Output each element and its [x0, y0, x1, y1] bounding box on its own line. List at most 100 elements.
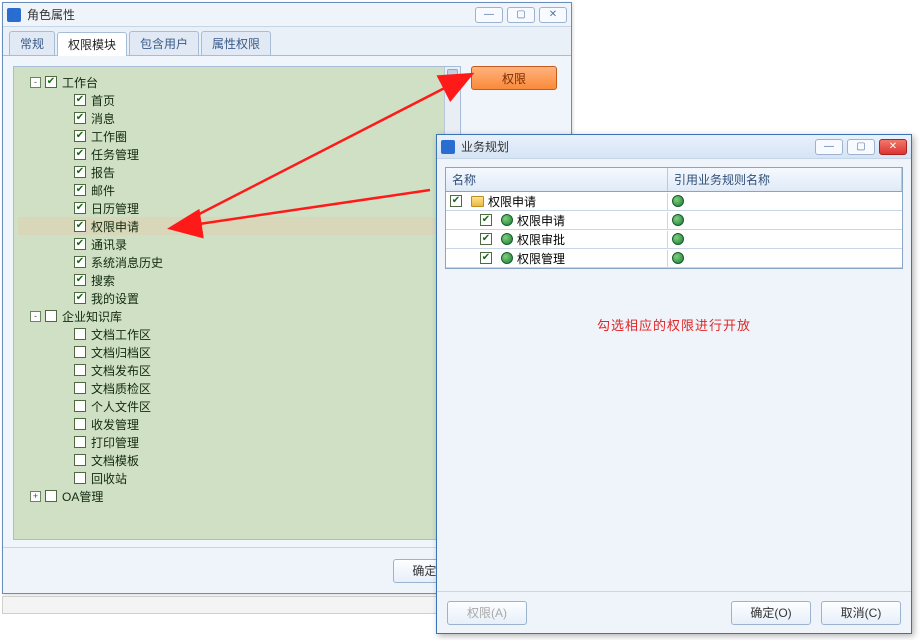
tab-0[interactable]: 常规 [9, 31, 55, 55]
tree-checkbox[interactable] [74, 148, 86, 160]
globe-icon [501, 252, 513, 264]
tree-label: 搜索 [91, 272, 115, 289]
tree-node[interactable]: 首页 [18, 91, 456, 109]
tree-toggle[interactable]: - [30, 311, 41, 322]
tree-node[interactable]: 打印管理 [18, 433, 456, 451]
tree-checkbox[interactable] [74, 184, 86, 196]
row-checkbox[interactable] [480, 252, 492, 264]
tree-node[interactable]: 邮件 [18, 181, 456, 199]
globe-icon [501, 214, 513, 226]
child-window-title: 业务规划 [461, 138, 815, 155]
tree-checkbox[interactable] [74, 220, 86, 232]
tree-checkbox[interactable] [74, 418, 86, 430]
tree-node[interactable]: 文档模板 [18, 451, 456, 469]
tree-label: 日历管理 [91, 200, 139, 217]
close-button[interactable]: ✕ [539, 7, 567, 23]
close-button[interactable]: ✕ [879, 139, 907, 155]
maximize-button[interactable]: ▢ [847, 139, 875, 155]
tree-node[interactable]: -工作台 [18, 73, 456, 91]
tree-checkbox[interactable] [45, 76, 57, 88]
tree-toggle[interactable]: - [30, 77, 41, 88]
tree-checkbox[interactable] [74, 328, 86, 340]
tree-label: 通讯录 [91, 236, 127, 253]
minimize-button[interactable]: — [475, 7, 503, 23]
column-name[interactable]: 名称 [446, 168, 668, 191]
tree-label: 我的设置 [91, 290, 139, 307]
grid-row[interactable]: 权限申请 [446, 211, 902, 230]
tree-checkbox[interactable] [74, 400, 86, 412]
tree-checkbox[interactable] [74, 112, 86, 124]
tree-toggle[interactable]: + [30, 491, 41, 502]
tab-1[interactable]: 权限模块 [57, 32, 127, 56]
tree-label: 工作圈 [91, 128, 127, 145]
row-checkbox[interactable] [450, 195, 462, 207]
tab-2[interactable]: 包含用户 [129, 31, 199, 55]
tree-node[interactable]: 收发管理 [18, 415, 456, 433]
tree-checkbox[interactable] [74, 130, 86, 142]
tree-checkbox[interactable] [74, 454, 86, 466]
tree-label: 权限申请 [91, 218, 139, 235]
tree-label: 打印管理 [91, 434, 139, 451]
tree-node[interactable]: 通讯录 [18, 235, 456, 253]
tree-node[interactable]: 系统消息历史 [18, 253, 456, 271]
tree-node[interactable]: 搜索 [18, 271, 456, 289]
tree-checkbox[interactable] [74, 382, 86, 394]
child-ok-button[interactable]: 确定(O) [731, 601, 811, 625]
tree-label: 回收站 [91, 470, 127, 487]
row-label: 权限审批 [517, 231, 565, 248]
tree-checkbox[interactable] [45, 490, 57, 502]
tree-checkbox[interactable] [74, 256, 86, 268]
grid-row[interactable]: 权限审批 [446, 230, 902, 249]
tree-checkbox[interactable] [74, 346, 86, 358]
child-cancel-button[interactable]: 取消(C) [821, 601, 901, 625]
tree-node[interactable]: 文档发布区 [18, 361, 456, 379]
app-icon [7, 8, 21, 22]
tree-node[interactable]: 回收站 [18, 469, 456, 487]
maximize-button[interactable]: ▢ [507, 7, 535, 23]
tree-node[interactable]: 任务管理 [18, 145, 456, 163]
tree-checkbox[interactable] [74, 202, 86, 214]
row-label: 权限申请 [488, 193, 536, 210]
grid-row[interactable]: 权限申请 [446, 192, 902, 211]
child-titlebar[interactable]: 业务规划 — ▢ ✕ [437, 135, 911, 159]
tree-checkbox[interactable] [45, 310, 57, 322]
permission-tree[interactable]: -工作台首页消息工作圈任务管理报告邮件日历管理权限申请通讯录系统消息历史搜索我的… [14, 67, 460, 511]
tree-checkbox[interactable] [74, 436, 86, 448]
tree-checkbox[interactable] [74, 166, 86, 178]
tree-node[interactable]: 文档工作区 [18, 325, 456, 343]
row-label: 权限管理 [517, 250, 565, 267]
tree-node[interactable]: 消息 [18, 109, 456, 127]
titlebar[interactable]: 角色属性 — ▢ ✕ [3, 3, 571, 27]
tree-node[interactable]: + OA管理 [18, 487, 456, 505]
tree-checkbox[interactable] [74, 364, 86, 376]
column-rule-ref[interactable]: 引用业务规则名称 [668, 168, 902, 191]
tree-node[interactable]: 我的设置 [18, 289, 456, 307]
tab-3[interactable]: 属性权限 [201, 31, 271, 55]
tree-node[interactable]: 个人文件区 [18, 397, 456, 415]
tree-node[interactable]: 权限申请 [18, 217, 456, 235]
business-rules-dialog: 业务规划 — ▢ ✕ 名称 引用业务规则名称 权限申请权限申请权限审批权限管理 … [436, 134, 912, 634]
tree-label: 文档工作区 [91, 326, 151, 343]
tree-checkbox[interactable] [74, 472, 86, 484]
tree-checkbox[interactable] [74, 292, 86, 304]
tree-node[interactable]: 日历管理 [18, 199, 456, 217]
tree-label: 系统消息历史 [91, 254, 163, 271]
row-checkbox[interactable] [480, 214, 492, 226]
minimize-button[interactable]: — [815, 139, 843, 155]
tree-node[interactable]: 报告 [18, 163, 456, 181]
grid-row[interactable]: 权限管理 [446, 249, 902, 268]
scroll-thumb[interactable] [447, 69, 458, 83]
tree-node[interactable]: -企业知识库 [18, 307, 456, 325]
tabs: 常规权限模块包含用户属性权限 [3, 27, 571, 56]
tree-checkbox[interactable] [74, 238, 86, 250]
tree-label: OA管理 [62, 488, 103, 505]
tree-node[interactable]: 文档质检区 [18, 379, 456, 397]
row-checkbox[interactable] [480, 233, 492, 245]
tree-label: 文档归档区 [91, 344, 151, 361]
permission-tree-panel: -工作台首页消息工作圈任务管理报告邮件日历管理权限申请通讯录系统消息历史搜索我的… [13, 66, 461, 540]
tree-node[interactable]: 工作圈 [18, 127, 456, 145]
permission-button[interactable]: 权限 [471, 66, 557, 90]
tree-checkbox[interactable] [74, 274, 86, 286]
tree-checkbox[interactable] [74, 94, 86, 106]
tree-node[interactable]: 文档归档区 [18, 343, 456, 361]
